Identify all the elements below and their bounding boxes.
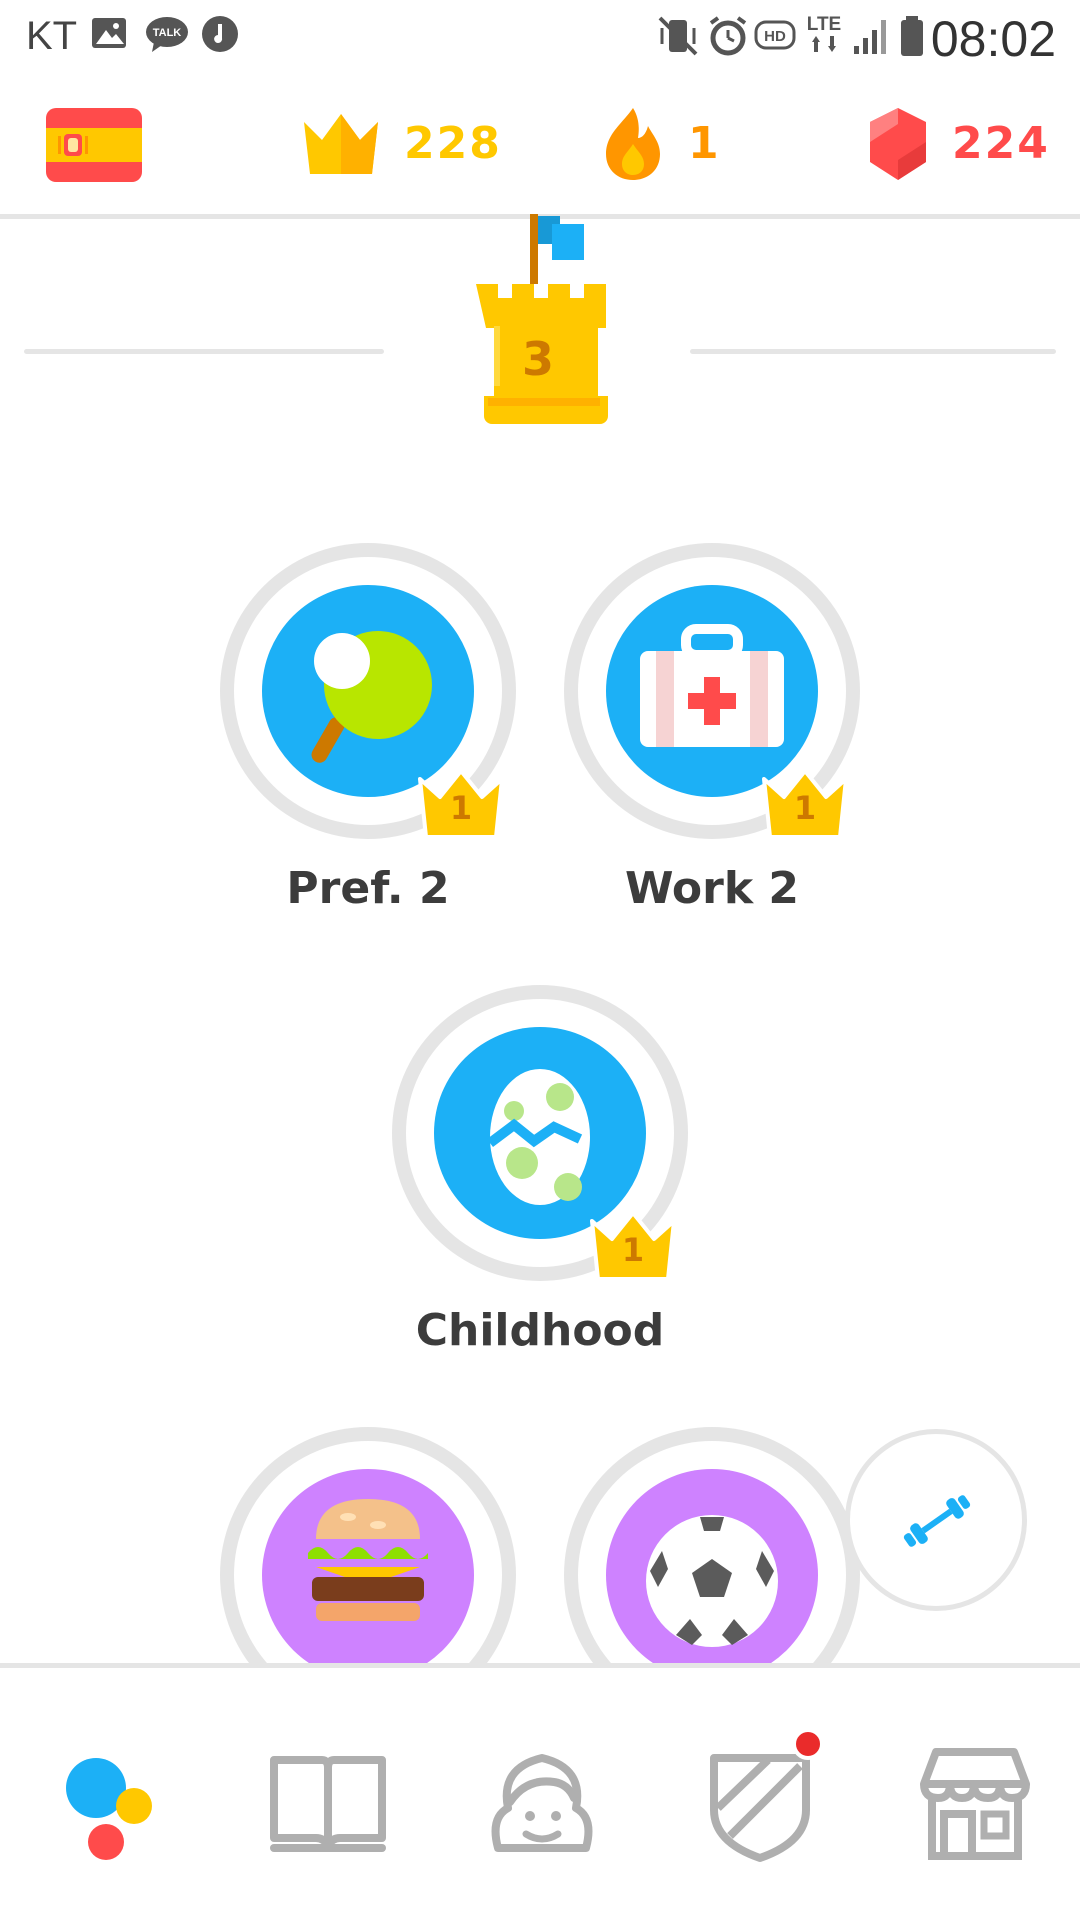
nav-profile[interactable] [478,1738,608,1868]
alarm-icon [709,16,747,56]
status-bar: KT TALK HD LTE 08:02 [0,0,1080,76]
gem-icon [870,108,926,180]
svg-text:HD: HD [764,28,786,45]
ping-pong-paddle-icon [311,631,432,763]
svg-text:LTE: LTE [807,14,841,35]
hd-voice-icon: HD [754,20,796,50]
learn-dots-icon [66,1758,152,1860]
crown-icon [304,114,378,174]
cracked-egg-icon [487,1069,590,1205]
crowns-counter[interactable]: 228 [300,104,510,188]
crown-level: 1 [793,789,817,827]
skill-pref-2[interactable]: 1 Pref. 2 [220,543,516,923]
skill-work-2[interactable]: 1 Work 2 [564,543,860,923]
crown-level: 1 [449,789,473,827]
skill-childhood[interactable]: 1 Childhood [392,985,688,1365]
svg-text:TALK: TALK [153,27,182,39]
checkpoint-number: 3 [521,332,554,386]
skill-label: Work 2 [624,863,800,914]
checkpoint-castle[interactable]: 3 [470,214,620,424]
streak-count: 1 [688,118,721,169]
castle-icon [476,214,608,424]
streak-counter[interactable]: 1 [602,104,722,188]
kakaotalk-icon: TALK [146,17,188,52]
skill-label: Pref. 2 [286,863,450,914]
bottom-nav [0,1663,1080,1925]
nav-leagues[interactable] [696,1728,826,1868]
crowns-count: 228 [404,118,502,169]
stats-bar: 228 1 224 [0,76,1080,219]
checkpoint-divider-right [690,349,1056,354]
gallery-icon [92,18,126,48]
nav-learn[interactable] [46,1738,176,1868]
music-icon [202,16,238,52]
skill-sports[interactable] [564,1427,860,1663]
flame-icon [606,108,660,180]
crown-level: 1 [621,1231,645,1269]
vibrate-mute-icon [658,16,698,56]
gems-counter[interactable]: 224 [866,104,1048,188]
battery-icon [901,16,923,56]
skill-label: Childhood [415,1305,665,1356]
clock: 08:02 [930,11,1056,67]
signal-icon [854,20,886,54]
book-icon [270,1756,386,1852]
first-aid-kit-icon [640,624,784,747]
notification-dot [792,1728,824,1760]
nav-stories[interactable] [264,1738,394,1868]
gems-count: 224 [952,118,1050,169]
practice-button[interactable] [845,1429,1027,1611]
nav-shop[interactable] [910,1738,1040,1868]
spanish-flag-icon[interactable] [46,108,142,182]
checkpoint-divider-left [24,349,384,354]
hamburger-icon [308,1499,428,1621]
soccer-ball-icon [646,1515,778,1647]
dumbbell-icon [903,1495,971,1547]
profile-avatar-icon [491,1754,593,1852]
skill-food[interactable] [220,1427,516,1663]
carrier-name: KT [26,14,78,58]
shop-icon [920,1748,1030,1860]
lte-icon: LTE [807,14,841,52]
